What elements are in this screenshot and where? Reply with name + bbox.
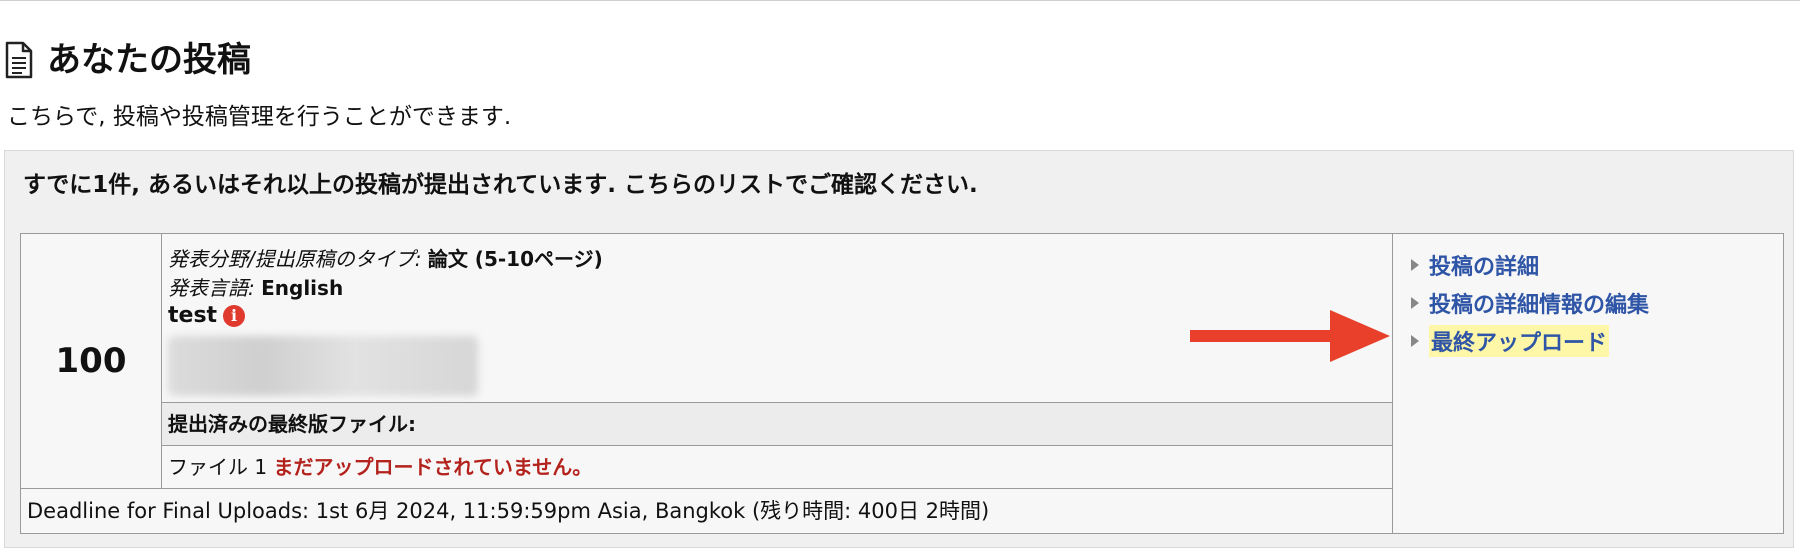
submission-details-link[interactable]: 投稿の詳細 — [1429, 249, 1539, 281]
submissions-table: 100 発表分野/提出原稿のタイプ: 論文 (5-10ページ) 発表言語: En… — [20, 233, 1784, 534]
info-icon[interactable]: i — [223, 305, 246, 327]
page-title: あなたの投稿 — [47, 40, 251, 80]
triangle-bullet-icon — [1411, 335, 1419, 347]
panel-heading: すでに1件, あるいはそれ以上の投稿が提出されています. こちらのリストでご確認… — [23, 172, 978, 198]
type-label: 発表分野/提出原稿のタイプ: — [168, 247, 422, 271]
list-item: 最終アップロード — [1411, 322, 1783, 360]
top-divider — [0, 0, 1800, 1]
deadline-text: Deadline for Final Uploads: 1st 6月 2024,… — [20, 488, 1393, 534]
file-status-line: ファイル 1 まだアップロードされていません。 — [162, 445, 1392, 488]
submission-title: test — [168, 303, 218, 328]
actions-cell: 投稿の詳細 投稿の詳細情報の編集 最終アップロード — [1392, 233, 1784, 534]
file-status: まだアップロードされていません。 — [273, 455, 593, 479]
list-item: 投稿の詳細 — [1411, 246, 1783, 284]
table-row: 100 発表分野/提出原稿のタイプ: 論文 (5-10ページ) 発表言語: En… — [20, 233, 1784, 534]
submissions-panel: すでに1件, あるいはそれ以上の投稿が提出されています. こちらのリストでご確認… — [4, 150, 1794, 548]
document-icon — [5, 41, 33, 79]
language-label: 発表言語: — [168, 276, 255, 300]
file-label: ファイル 1 — [168, 455, 268, 479]
red-arrow-icon — [1190, 310, 1390, 362]
language-line: 発表言語: English — [168, 276, 1386, 300]
list-item: 投稿の詳細情報の編集 — [1411, 284, 1783, 322]
type-value: 論文 (5-10ページ) — [427, 247, 603, 271]
type-line: 発表分野/提出原稿のタイプ: 論文 (5-10ページ) — [168, 242, 1386, 276]
triangle-bullet-icon — [1411, 297, 1419, 309]
final-files-heading: 提出済みの最終版ファイル: — [162, 402, 1392, 445]
intro-text: こちらで, 投稿や投稿管理を行うことができます. — [7, 104, 512, 130]
triangle-bullet-icon — [1411, 259, 1419, 271]
page-header: あなたの投稿 — [5, 36, 251, 84]
action-list: 投稿の詳細 投稿の詳細情報の編集 最終アップロード — [1393, 234, 1783, 360]
edit-submission-details-link[interactable]: 投稿の詳細情報の編集 — [1429, 287, 1649, 319]
blurred-authors — [168, 336, 478, 396]
final-upload-link[interactable]: 最終アップロード — [1429, 325, 1610, 357]
language-value: English — [261, 276, 344, 300]
submission-number: 100 — [20, 233, 162, 489]
